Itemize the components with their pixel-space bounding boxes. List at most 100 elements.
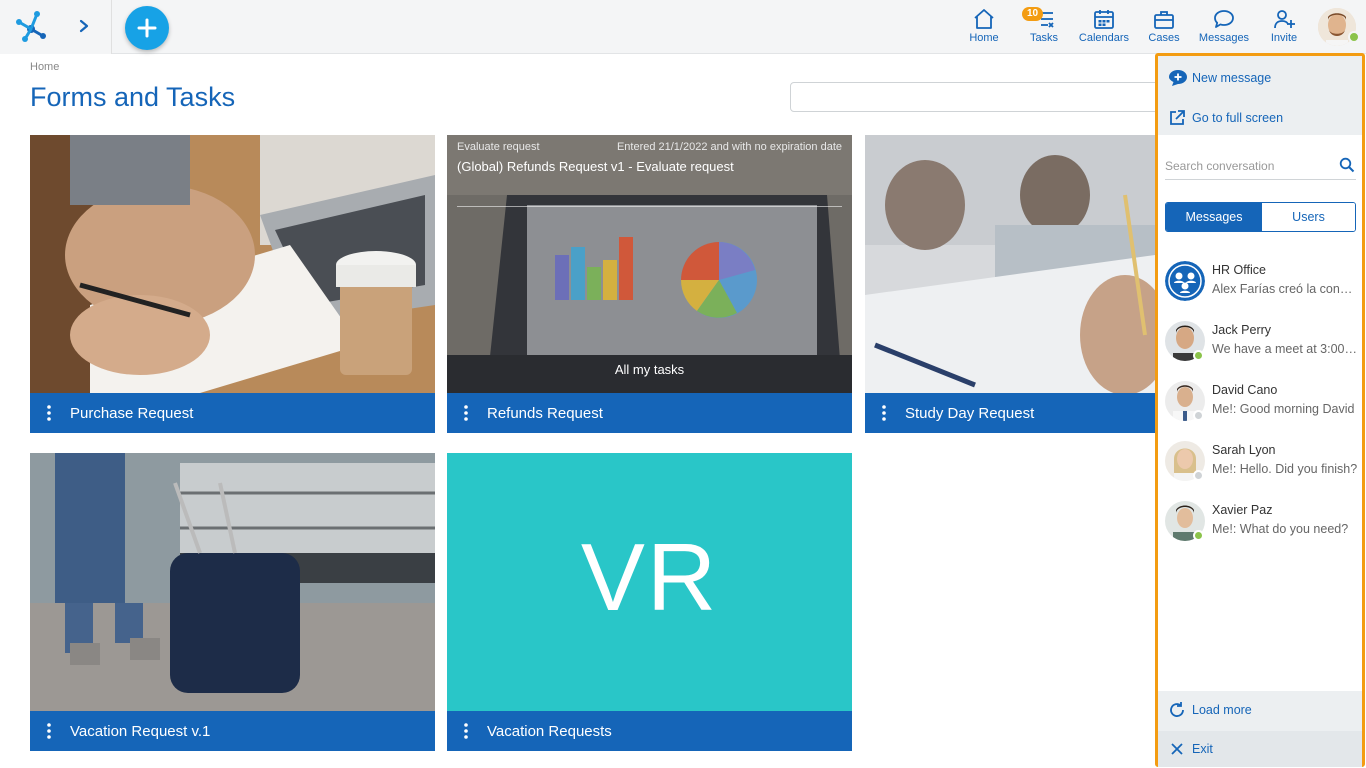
new-message-button[interactable]: New message bbox=[1168, 68, 1348, 90]
all-my-tasks-link[interactable]: All my tasks bbox=[447, 362, 852, 377]
conversation-preview: Me!: Good morning David bbox=[1212, 402, 1355, 416]
conversation-item[interactable]: Xavier Paz Me!: What do you need? bbox=[1165, 501, 1360, 553]
group-avatar bbox=[1165, 261, 1205, 301]
task-type: Evaluate request bbox=[457, 141, 540, 153]
group-icon bbox=[1165, 261, 1205, 301]
nav-calendars[interactable]: Calendars bbox=[1076, 8, 1132, 48]
card-title-bar: Vacation Request v.1 bbox=[30, 711, 435, 751]
nav-invite[interactable]: Invite bbox=[1264, 8, 1304, 48]
nav-tasks-label: Tasks bbox=[1029, 32, 1059, 44]
page-title: Forms and Tasks bbox=[30, 82, 236, 112]
breadcrumb[interactable]: Home bbox=[30, 61, 59, 73]
conversation-item[interactable]: Jack Perry We have a meet at 3:00 PM bbox=[1165, 321, 1360, 373]
more-options-icon[interactable] bbox=[46, 405, 52, 421]
search-conversation-input[interactable]: Search conversation bbox=[1165, 152, 1356, 180]
plus-icon bbox=[137, 18, 157, 38]
nav-messages[interactable]: Messages bbox=[1196, 8, 1252, 48]
tasks-badge: 10 bbox=[1022, 7, 1044, 21]
more-options-icon[interactable] bbox=[46, 723, 52, 739]
card-title: Study Day Request bbox=[905, 405, 1035, 422]
online-status-dot bbox=[1193, 350, 1204, 361]
full-screen-label: Go to full screen bbox=[1192, 111, 1284, 125]
refresh-icon bbox=[1170, 702, 1184, 717]
conversation-preview: We have a meet at 3:00 PM bbox=[1212, 342, 1358, 356]
card-image bbox=[30, 453, 435, 711]
exit-label: Exit bbox=[1192, 742, 1213, 756]
card-image bbox=[865, 135, 1155, 393]
conversation-preview: Alex Farías creó la conversación bbox=[1212, 282, 1358, 296]
nav-calendars-label: Calendars bbox=[1078, 32, 1130, 44]
chevron-right-icon[interactable] bbox=[74, 14, 94, 38]
online-status-dot bbox=[1193, 530, 1204, 541]
task-entered-date: Entered 21/1/2022 and with no expiration… bbox=[616, 141, 842, 153]
load-more-button[interactable]: Load more bbox=[1168, 700, 1348, 722]
task-title[interactable]: (Global) Refunds Request v1 - Evaluate r… bbox=[457, 159, 734, 174]
card-initials: VR bbox=[580, 524, 719, 631]
nav-cases-label: Cases bbox=[1148, 32, 1180, 44]
new-message-label: New message bbox=[1192, 71, 1272, 85]
form-card-vacation-requests[interactable]: VR Vacation Requests bbox=[447, 453, 852, 751]
conversation-preview: Me!: What do you need? bbox=[1212, 522, 1349, 536]
more-options-icon[interactable] bbox=[463, 405, 469, 421]
task-meta: Evaluate request Entered 21/1/2022 and w… bbox=[457, 141, 842, 153]
tab-users[interactable]: Users bbox=[1262, 203, 1355, 231]
form-card-purchase-request[interactable]: Purchase Request bbox=[30, 135, 435, 433]
add-user-icon bbox=[1274, 10, 1295, 29]
conversation-item[interactable]: HR Office Alex Farías creó la conversaci… bbox=[1165, 261, 1360, 313]
add-button[interactable] bbox=[125, 6, 169, 50]
conversation-name: Xavier Paz bbox=[1212, 503, 1273, 517]
chat-bubble-icon bbox=[1214, 10, 1234, 28]
tab-messages[interactable]: Messages bbox=[1166, 203, 1262, 231]
card-title-bar: Study Day Request bbox=[865, 393, 1155, 433]
load-more-row: Load more bbox=[1158, 691, 1362, 731]
offline-status-dot bbox=[1193, 470, 1204, 481]
conversation-preview: Me!: Hello. Did you finish? bbox=[1212, 462, 1358, 476]
nav-cases[interactable]: Cases bbox=[1144, 8, 1184, 48]
divider bbox=[457, 206, 842, 207]
exit-button[interactable]: Exit bbox=[1168, 739, 1348, 761]
app-logo-icon[interactable] bbox=[14, 9, 48, 43]
card-initials-tile: VR bbox=[447, 453, 852, 711]
external-link-icon bbox=[1170, 110, 1185, 125]
card-title: Vacation Requests bbox=[487, 723, 612, 740]
nav-tasks[interactable]: 10 Tasks bbox=[1022, 7, 1064, 48]
offline-status-dot bbox=[1193, 410, 1204, 421]
nav-home[interactable]: Home bbox=[964, 8, 1004, 48]
full-screen-button[interactable]: Go to full screen bbox=[1168, 108, 1348, 130]
more-options-icon[interactable] bbox=[881, 405, 887, 421]
card-title: Refunds Request bbox=[487, 405, 603, 422]
online-status-dot bbox=[1348, 31, 1360, 43]
search-icon[interactable] bbox=[1339, 157, 1355, 173]
load-more-label: Load more bbox=[1192, 703, 1252, 717]
search-placeholder: Search conversation bbox=[1165, 159, 1275, 173]
form-card-study-day-request[interactable]: Study Day Request bbox=[865, 135, 1155, 433]
exit-row: Exit bbox=[1158, 731, 1362, 767]
conversation-name: Jack Perry bbox=[1212, 323, 1272, 337]
logo-area bbox=[0, 0, 112, 54]
card-title: Purchase Request bbox=[70, 405, 194, 422]
panel-tabs: Messages Users bbox=[1165, 202, 1356, 232]
form-card-refunds-request[interactable]: Evaluate request Entered 21/1/2022 and w… bbox=[447, 135, 852, 433]
briefcase-icon bbox=[1154, 11, 1174, 29]
card-title-bar: Purchase Request bbox=[30, 393, 435, 433]
form-card-vacation-request-v1[interactable]: Vacation Request v.1 bbox=[30, 453, 435, 751]
conversation-item[interactable]: Sarah Lyon Me!: Hello. Did you finish? bbox=[1165, 441, 1360, 493]
nav-invite-label: Invite bbox=[1270, 32, 1298, 44]
nav-home-label: Home bbox=[969, 32, 999, 44]
nav-messages-label: Messages bbox=[1198, 32, 1250, 44]
more-options-icon[interactable] bbox=[463, 723, 469, 739]
card-title-bar: Vacation Requests bbox=[447, 711, 852, 751]
top-bar: Home 10 Tasks Calendars Cases Messages I… bbox=[0, 0, 1366, 54]
messages-panel: New message Go to full screen Search con… bbox=[1155, 53, 1365, 767]
conversation-name: HR Office bbox=[1212, 263, 1266, 277]
conversation-name: Sarah Lyon bbox=[1212, 443, 1276, 457]
close-icon bbox=[1171, 743, 1183, 755]
search-input[interactable] bbox=[790, 82, 1160, 112]
conversation-item[interactable]: David Cano Me!: Good morning David bbox=[1165, 381, 1360, 433]
card-title-bar: Refunds Request bbox=[447, 393, 852, 433]
card-title: Vacation Request v.1 bbox=[70, 723, 211, 740]
calendar-icon bbox=[1094, 10, 1114, 29]
home-icon bbox=[974, 9, 994, 29]
card-image bbox=[30, 135, 435, 393]
conversation-name: David Cano bbox=[1212, 383, 1278, 397]
